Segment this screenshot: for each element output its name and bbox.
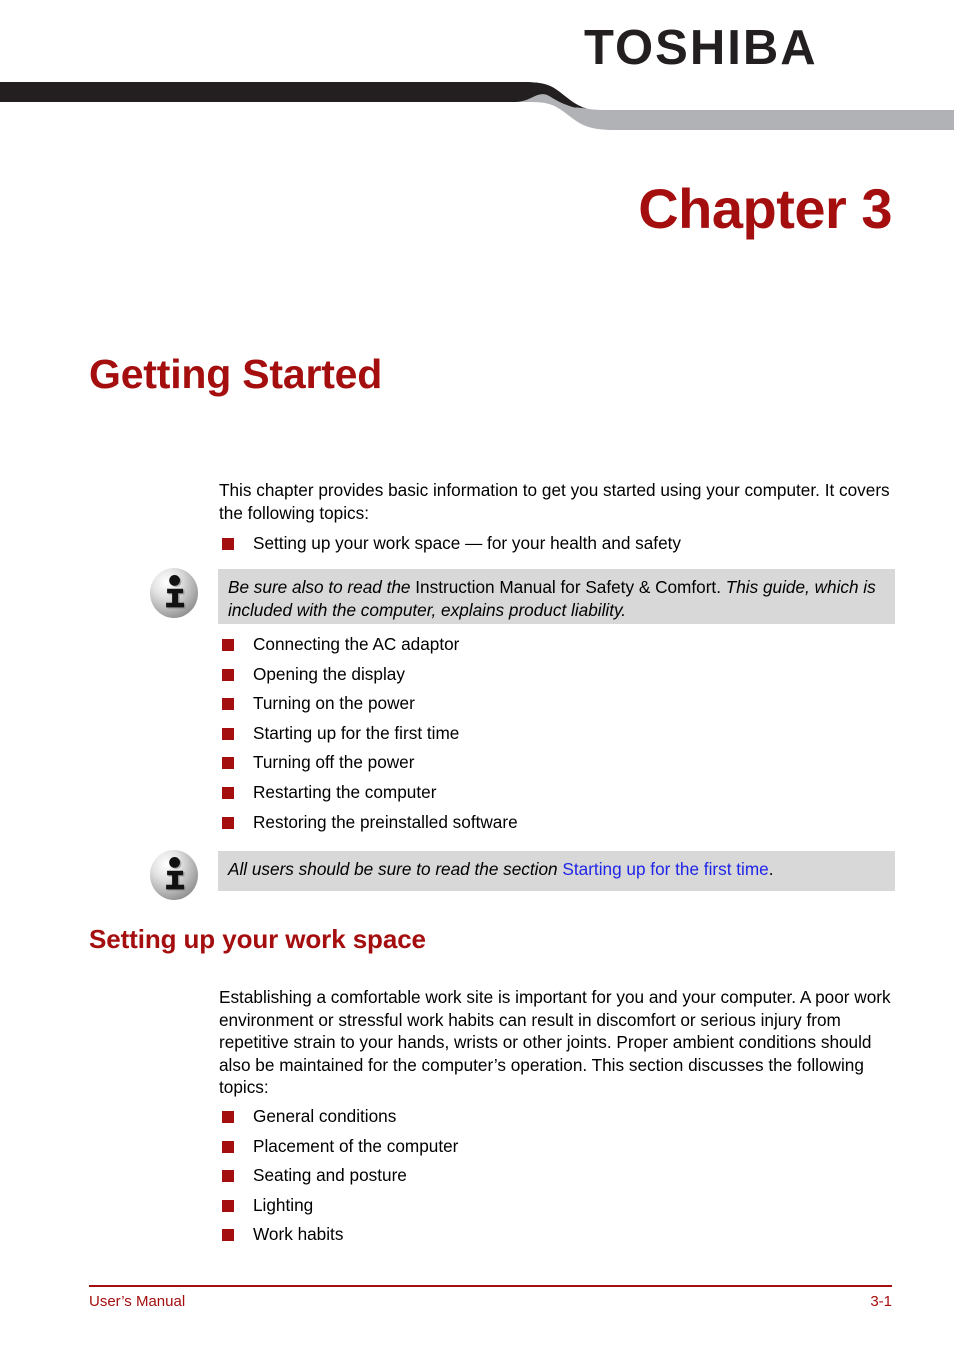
list-item-label: Placement of the computer [253,1135,459,1156]
list-item-label: Seating and posture [253,1165,407,1186]
notice-text-emphasis: Instruction Manual for Safety & Comfort. [415,577,721,597]
list-item-label: Turning off the power [253,752,415,773]
notice-text-part1: All users should be sure to read the sec… [228,859,563,879]
square-bullet-icon [222,1199,234,1212]
list-item: Seating and posture [219,1163,899,1193]
footer-document-name: User’s Manual [89,1293,186,1310]
square-bullet-icon [222,1229,234,1242]
square-bullet-icon [222,1140,234,1153]
square-bullet-icon [222,698,234,711]
square-bullet-icon [222,757,234,770]
notice-text-part1: Be sure also to read the [228,577,416,597]
list-item: Work habits [219,1222,899,1252]
info-icon [150,850,198,900]
list-item: Turning on the power [219,691,899,721]
list-item: Placement of the computer [219,1134,899,1164]
intro-topic-list: Connecting the AC adaptor Opening the di… [219,632,899,839]
notice-text: Be sure also to read the Instruction Man… [228,576,883,621]
list-item-label: Restarting the computer [253,781,437,802]
cross-reference-link[interactable]: Starting up for the first time [562,859,768,879]
workspace-topic-list: General conditions Placement of the comp… [219,1104,899,1252]
page-title: Getting Started [89,351,383,397]
list-item: Starting up for the first time [219,721,899,751]
list-item: Opening the display [219,662,899,692]
footer-divider [89,1285,892,1287]
square-bullet-icon [222,639,234,651]
chapter-number-title: Chapter 3 [638,177,892,240]
list-item-label: Setting up your work space — for your he… [253,533,682,553]
list-item-label: Lighting [253,1194,314,1215]
list-item-label: Opening the display [253,663,405,684]
list-item: Lighting [219,1193,899,1223]
header-banner [0,82,954,130]
list-item: Restoring the preinstalled software [219,810,899,840]
list-item-label: Starting up for the first time [253,722,460,743]
notice-text: All users should be sure to read the sec… [228,858,883,881]
intro-paragraph: This chapter provides basic information … [219,480,890,523]
list-item: Restarting the computer [219,780,899,810]
square-bullet-icon [222,1170,234,1183]
list-item: Setting up your work space — for your he… [219,531,899,561]
notice-starting-up: All users should be sure to read the sec… [146,850,895,900]
notice-safety-comfort: Be sure also to read the Instruction Man… [146,568,895,624]
list-item-label: Turning on the power [253,693,415,714]
footer-page-number: 3-1 [870,1293,892,1310]
list-item-label: Restoring the preinstalled software [253,811,518,832]
intro-topic-list-first: Setting up your work space — for your he… [219,531,899,561]
list-item: Turning off the power [219,750,899,780]
square-bullet-icon [222,538,234,550]
list-item: General conditions [219,1104,899,1134]
square-bullet-icon [222,786,234,799]
list-item-label: General conditions [253,1106,397,1126]
list-item-label: Work habits [253,1224,344,1245]
notice-text-tail: . [768,859,774,879]
workspace-paragraph: Establishing a comfortable work site is … [219,987,891,1098]
info-icon [150,568,198,618]
square-bullet-icon [222,668,234,681]
square-bullet-icon [222,727,234,740]
square-bullet-icon [222,816,234,829]
list-item: Connecting the AC adaptor [219,632,899,662]
section-heading: Setting up your work space [89,924,426,954]
square-bullet-icon [222,1111,234,1123]
list-item-label: Connecting the AC adaptor [253,634,460,654]
toshiba-logo: TOSHIBA [584,21,818,75]
document-page: TOSHIBA Chapter 3 Getting Started This c… [0,0,954,1352]
